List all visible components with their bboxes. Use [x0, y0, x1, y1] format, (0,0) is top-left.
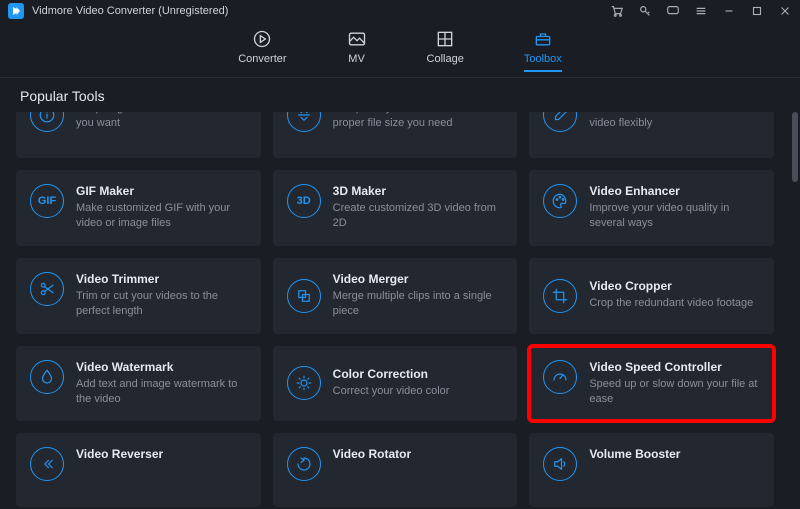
tool-title: Video Enhancer: [589, 184, 760, 198]
merge-icon: [287, 279, 321, 313]
tool-title: Video Trimmer: [76, 272, 247, 286]
tool-desc: Make customized GIF with your video or i…: [76, 201, 247, 232]
tool-title: GIF Maker: [76, 184, 247, 198]
tab-label: Converter: [238, 53, 286, 65]
tool-grid: Keep original file info or edit as you w…: [0, 112, 790, 507]
tool-desc: Crop the redundant video footage: [589, 296, 760, 311]
tool-card-rotator[interactable]: Video Rotator: [273, 433, 518, 507]
app-title: Vidmore Video Converter (Unregistered): [32, 5, 228, 17]
tool-desc: Correct your video color: [333, 384, 504, 399]
toolbox-icon: [533, 29, 553, 49]
tool-card-speed[interactable]: Video Speed Controller Speed up or slow …: [529, 346, 774, 422]
tool-card-remover[interactable]: Remove the watermark from the video flex…: [529, 112, 774, 158]
tool-card-merger[interactable]: Video Merger Merge multiple clips into a…: [273, 258, 518, 334]
eraser-icon: [543, 112, 577, 132]
tool-title: Video Rotator: [333, 447, 504, 461]
close-icon[interactable]: [778, 4, 792, 18]
tool-desc: Keep original file info or edit as you w…: [76, 112, 247, 132]
volume-icon: [543, 447, 577, 481]
crop-icon: [543, 279, 577, 313]
tool-card-enhancer[interactable]: Video Enhancer Improve your video qualit…: [529, 170, 774, 246]
tool-title: Video Cropper: [589, 279, 760, 293]
tab-label: MV: [348, 53, 365, 65]
tool-card-compressor[interactable]: Compress your video files to the proper …: [273, 112, 518, 158]
feedback-icon[interactable]: [666, 4, 680, 18]
palette-icon: [543, 184, 577, 218]
tool-scroll-area: Keep original file info or edit as you w…: [0, 112, 790, 509]
app-logo: [8, 3, 24, 19]
rotate-icon: [287, 447, 321, 481]
scissors-icon: [30, 272, 64, 306]
tool-desc: Improve your video quality in several wa…: [589, 201, 760, 232]
main-tabs: Converter MV Collage Toolbox: [0, 22, 800, 78]
sun-icon: [287, 366, 321, 400]
tool-desc: Add text and image watermark to the vide…: [76, 377, 247, 408]
gif-icon: GIF: [30, 184, 64, 218]
tool-card-trimmer[interactable]: Video Trimmer Trim or cut your videos to…: [16, 258, 261, 334]
gauge-icon: [543, 360, 577, 394]
tool-card-3d[interactable]: 3D 3D Maker Create customized 3D video f…: [273, 170, 518, 246]
tool-desc: Speed up or slow down your file at ease: [589, 377, 760, 408]
key-icon[interactable]: [638, 4, 652, 18]
tool-card-watermark[interactable]: Video Watermark Add text and image water…: [16, 346, 261, 422]
tool-title: 3D Maker: [333, 184, 504, 198]
tool-desc: Compress your video files to the proper …: [333, 112, 504, 132]
tool-desc: Merge multiple clips into a single piece: [333, 289, 504, 320]
minimize-icon[interactable]: [722, 4, 736, 18]
tool-card-reverser[interactable]: Video Reverser: [16, 433, 261, 507]
tool-card-metadata[interactable]: Keep original file info or edit as you w…: [16, 112, 261, 158]
tool-card-gif[interactable]: GIF GIF Maker Make customized GIF with y…: [16, 170, 261, 246]
info-icon: [30, 112, 64, 132]
droplet-icon: [30, 360, 64, 394]
tab-mv[interactable]: MV: [347, 29, 367, 71]
tool-desc: Create customized 3D video from 2D: [333, 201, 504, 232]
tool-title: Video Merger: [333, 272, 504, 286]
converter-icon: [252, 29, 272, 49]
tab-label: Collage: [427, 53, 464, 65]
3d-icon: 3D: [287, 184, 321, 218]
tool-desc: Trim or cut your videos to the perfect l…: [76, 289, 247, 320]
tool-title: Video Watermark: [76, 360, 247, 374]
tool-title: Volume Booster: [589, 447, 760, 461]
tab-converter[interactable]: Converter: [238, 29, 286, 71]
tool-title: Color Correction: [333, 367, 504, 381]
tool-title: Video Reverser: [76, 447, 247, 461]
tab-collage[interactable]: Collage: [427, 29, 464, 71]
menu-icon[interactable]: [694, 4, 708, 18]
tool-card-color[interactable]: Color Correction Correct your video colo…: [273, 346, 518, 422]
mv-icon: [347, 29, 367, 49]
reverse-icon: [30, 447, 64, 481]
tool-card-cropper[interactable]: Video Cropper Crop the redundant video f…: [529, 258, 774, 334]
tab-label: Toolbox: [524, 53, 562, 65]
tool-card-volume[interactable]: Volume Booster: [529, 433, 774, 507]
collage-icon: [435, 29, 455, 49]
tool-desc: Remove the watermark from the video flex…: [589, 112, 760, 132]
scrollbar-thumb[interactable]: [792, 112, 798, 182]
title-bar: Vidmore Video Converter (Unregistered): [0, 0, 800, 22]
cart-icon[interactable]: [610, 4, 624, 18]
maximize-icon[interactable]: [750, 4, 764, 18]
compress-icon: [287, 112, 321, 132]
section-title: Popular Tools: [0, 78, 800, 104]
tool-title: Video Speed Controller: [589, 360, 760, 374]
tab-toolbox[interactable]: Toolbox: [524, 29, 562, 71]
